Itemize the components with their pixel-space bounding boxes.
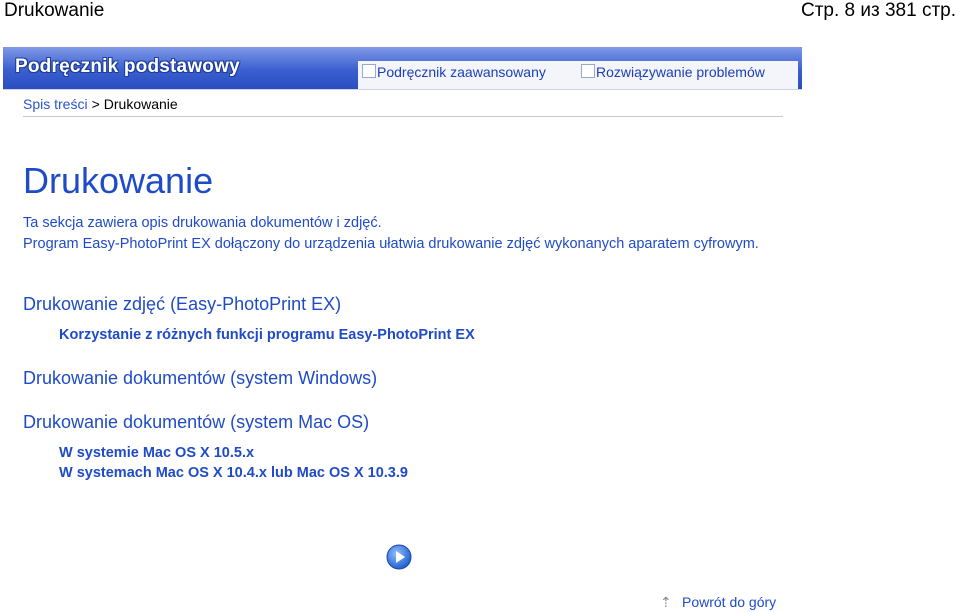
manual-banner: Podręcznik podstawowy Podręcznik zaawans…: [3, 47, 802, 90]
back-to-top-label: Powrót do góry: [682, 594, 777, 610]
tab-advanced-guide[interactable]: Podręcznik zaawansowany: [362, 64, 546, 80]
section-link-windows-printing[interactable]: Drukowanie dokumentów (system Windows): [23, 368, 377, 389]
sub-link-mac-10-5[interactable]: W systemie Mac OS X 10.5.x: [59, 445, 254, 461]
breadcrumb-home-link[interactable]: Spis treści: [23, 96, 88, 112]
page-counter: Стр. 8 из 381 стр.: [800, 0, 956, 21]
sub-link-photoprint-features[interactable]: Korzystanie z różnych funkcji programu E…: [59, 327, 475, 343]
page-title: Drukowanie: [23, 160, 214, 201]
document-title: Drukowanie: [4, 0, 105, 21]
breadcrumb-current: Drukowanie: [103, 96, 178, 112]
banner-tabs: Podręcznik zaawansowany Rozwiązywanie pr…: [358, 61, 798, 89]
banner-logo[interactable]: Podręcznik podstawowy: [15, 56, 240, 78]
breadcrumb-separator: >: [91, 96, 100, 112]
divider: [23, 116, 783, 117]
tab-troubleshooting[interactable]: Rozwiązywanie problemów: [581, 64, 765, 80]
up-arrow-icon: ⇡: [660, 594, 672, 610]
breadcrumb: Spis treści > Drukowanie: [23, 96, 178, 112]
tab-box-icon: [581, 64, 595, 78]
intro-line-1: Ta sekcja zawiera opis drukowania dokume…: [23, 215, 382, 231]
tab-troubleshooting-label: Rozwiązywanie problemów: [596, 64, 765, 80]
intro-line-2: Program Easy-PhotoPrint EX dołączony do …: [23, 236, 759, 252]
tab-box-icon: [362, 64, 376, 78]
section-link-photo-printing[interactable]: Drukowanie zdjęć (Easy-PhotoPrint EX): [23, 294, 341, 315]
sub-link-mac-10-4[interactable]: W systemach Mac OS X 10.4.x lub Mac OS X…: [59, 465, 408, 481]
tab-advanced-label: Podręcznik zaawansowany: [377, 64, 546, 80]
next-page-icon[interactable]: [386, 544, 412, 570]
back-to-top[interactable]: ⇡ Powrót do góry: [660, 594, 776, 611]
section-link-mac-printing[interactable]: Drukowanie dokumentów (system Mac OS): [23, 412, 369, 433]
intro-text: Ta sekcja zawiera opis drukowania dokume…: [23, 213, 783, 255]
